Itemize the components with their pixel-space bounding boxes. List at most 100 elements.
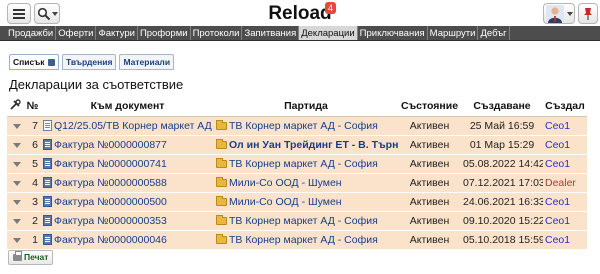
party-cell[interactable]: ТВ Корнер маркет АД - София (214, 116, 398, 136)
user-menu-button[interactable] (543, 3, 575, 24)
folder-icon (216, 195, 227, 206)
chevron-down-icon (567, 12, 573, 16)
author-link[interactable]: Ceo1 (545, 215, 570, 227)
nav-item-routes[interactable]: Маршрути (428, 26, 479, 40)
author-cell[interactable]: Ceo1 (543, 192, 587, 212)
table-row[interactable]: 3 Фактура №0000000500 Мили-Со ООД - Шумен А… (7, 192, 587, 212)
party-link[interactable]: ТВ Корнер маркет АД - София (229, 215, 378, 227)
created-cell: 25 Май 16:59 (461, 116, 543, 136)
table-row[interactable]: 4 Фактура №0000000588 Мили-Со ООД - Шумен А… (7, 173, 587, 193)
document-link[interactable]: Фактура №0000000741 (54, 158, 167, 170)
row-actions-cell[interactable] (7, 192, 24, 212)
nav-item-invoices[interactable]: Фактури (96, 26, 138, 40)
row-actions-cell[interactable] (7, 230, 24, 250)
table-row[interactable]: 5 Фактура №0000000741 ТВ Корнер маркет АД … (7, 154, 587, 174)
party-link[interactable]: ТВ Корнер маркет АД - София (229, 234, 378, 246)
nav-item-inquiries[interactable]: Запитвания (242, 26, 300, 40)
row-number: 2 (24, 211, 41, 231)
nav-item-proforma[interactable]: Проформи (138, 26, 191, 40)
column-header-party[interactable]: Партида (214, 97, 398, 117)
author-cell[interactable]: Dealer (543, 173, 587, 193)
document-cell[interactable]: Фактура №0000000046 (41, 230, 214, 250)
author-cell[interactable]: Ceo1 (543, 116, 587, 136)
main-nav: Продажби Оферти Фактури Проформи Протоко… (0, 26, 600, 41)
document-cell[interactable]: Фактура №0000000741 (41, 154, 214, 174)
author-link[interactable]: Dealer (545, 177, 576, 189)
party-cell[interactable]: ТВ Корнер маркет АД - София (214, 211, 398, 231)
document-cell[interactable]: Q12/25.05/ТВ Корнер маркет АД (41, 116, 214, 136)
party-cell[interactable]: Мили-Со ООД - Шумен (214, 173, 398, 193)
document-cell[interactable]: Фактура №0000000353 (41, 211, 214, 231)
author-cell[interactable]: Ceo1 (543, 230, 587, 250)
nav-item-declarations[interactable]: Декларации (299, 26, 358, 40)
author-link[interactable]: Ceo1 (545, 234, 570, 246)
folder-icon (216, 119, 227, 130)
column-header-author[interactable]: Създал (543, 97, 587, 117)
row-actions-cell[interactable] (7, 135, 24, 155)
row-actions-cell[interactable] (7, 173, 24, 193)
app-title[interactable]: Reload (0, 3, 600, 25)
document-icon (43, 157, 52, 169)
nav-item-closures[interactable]: Приключвания (358, 26, 428, 40)
row-number: 4 (24, 173, 41, 193)
author-link[interactable]: Ceo1 (545, 139, 570, 151)
party-cell[interactable]: ТВ Корнер маркет АД - София (214, 230, 398, 250)
party-cell[interactable]: ТВ Корнер маркет АД - София (214, 154, 398, 174)
nav-item-debug[interactable]: Дебъг (478, 26, 510, 40)
column-header-document[interactable]: Към документ (41, 97, 214, 117)
list-icon (47, 59, 55, 67)
document-link[interactable]: Фактура №0000000588 (54, 177, 167, 189)
author-link[interactable]: Ceo1 (545, 196, 570, 208)
tab-materials[interactable]: Материали (119, 54, 175, 70)
table-row[interactable]: 2 Фактура №0000000353 ТВ Корнер маркет АД … (7, 211, 587, 231)
created-cell: 09.10.2020 15:22 (461, 211, 543, 231)
notification-badge[interactable]: 4 (325, 2, 336, 14)
tab-statements[interactable]: Твърдения (61, 54, 117, 70)
page-title: Декларации за съответствие (9, 77, 184, 92)
nav-item-protocols[interactable]: Протоколи (191, 26, 243, 40)
print-label: Печат (24, 252, 49, 262)
nav-item-sales[interactable]: Продажби (6, 26, 57, 40)
party-link[interactable]: Мили-Со ООД - Шумен (229, 196, 342, 208)
document-cell[interactable]: Фактура №0000000500 (41, 192, 214, 212)
document-cell[interactable]: Фактура №0000000588 (41, 173, 214, 193)
author-link[interactable]: Ceo1 (545, 158, 570, 170)
row-actions-cell[interactable] (7, 116, 24, 136)
state-cell: Активен (398, 116, 461, 136)
created-cell: 05.08.2022 14:42 (461, 154, 543, 174)
column-header-number[interactable]: № (24, 97, 41, 117)
document-link[interactable]: Фактура №0000000353 (54, 215, 167, 227)
row-number: 5 (24, 154, 41, 174)
row-actions-cell[interactable] (7, 211, 24, 231)
document-link[interactable]: Фактура №0000000046 (54, 234, 167, 246)
party-link[interactable]: Ол ин Уан Трейдинг ЕТ - В. Търново (229, 139, 398, 151)
document-link[interactable]: Фактура №0000000500 (54, 196, 167, 208)
created-cell: 05.10.2018 15:59 (461, 230, 543, 250)
table-row[interactable]: 7 Q12/25.05/ТВ Корнер маркет АД ТВ Корнер … (7, 116, 587, 136)
document-cell[interactable]: Фактура №0000000877 (41, 135, 214, 155)
document-icon (43, 138, 52, 150)
party-link[interactable]: ТВ Корнер маркет АД - София (229, 120, 378, 132)
row-actions-cell[interactable] (7, 154, 24, 174)
party-link[interactable]: Мили-Со ООД - Шумен (229, 177, 342, 189)
tools-header[interactable] (7, 97, 24, 117)
author-cell[interactable]: Ceo1 (543, 211, 587, 231)
tab-list[interactable]: Списък (9, 54, 59, 70)
column-header-state[interactable]: Състояние (398, 97, 461, 117)
print-button[interactable]: Печат (8, 250, 54, 265)
party-link[interactable]: ТВ Корнер маркет АД - София (229, 158, 378, 170)
document-link[interactable]: Q12/25.05/ТВ Корнер маркет АД (54, 120, 212, 132)
document-link[interactable]: Фактура №0000000877 (54, 139, 167, 151)
nav-item-offers[interactable]: Оферти (56, 26, 97, 40)
tab-label: Твърдения (65, 57, 113, 67)
table-row[interactable]: 1 Фактура №0000000046 ТВ Корнер маркет АД … (7, 230, 587, 250)
column-header-created[interactable]: Създаване (461, 97, 543, 117)
party-cell[interactable]: Мили-Со ООД - Шумен (214, 192, 398, 212)
table-row[interactable]: 6 Фактура №0000000877 Ол ин Уан Трейдинг Е… (7, 135, 587, 155)
author-link[interactable]: Ceo1 (545, 120, 570, 132)
author-cell[interactable]: Ceo1 (543, 135, 587, 155)
party-cell[interactable]: Ол ин Уан Трейдинг ЕТ - В. Търново (214, 135, 398, 155)
pin-button[interactable] (578, 3, 598, 24)
tab-label: Материали (123, 57, 171, 67)
author-cell[interactable]: Ceo1 (543, 154, 587, 174)
